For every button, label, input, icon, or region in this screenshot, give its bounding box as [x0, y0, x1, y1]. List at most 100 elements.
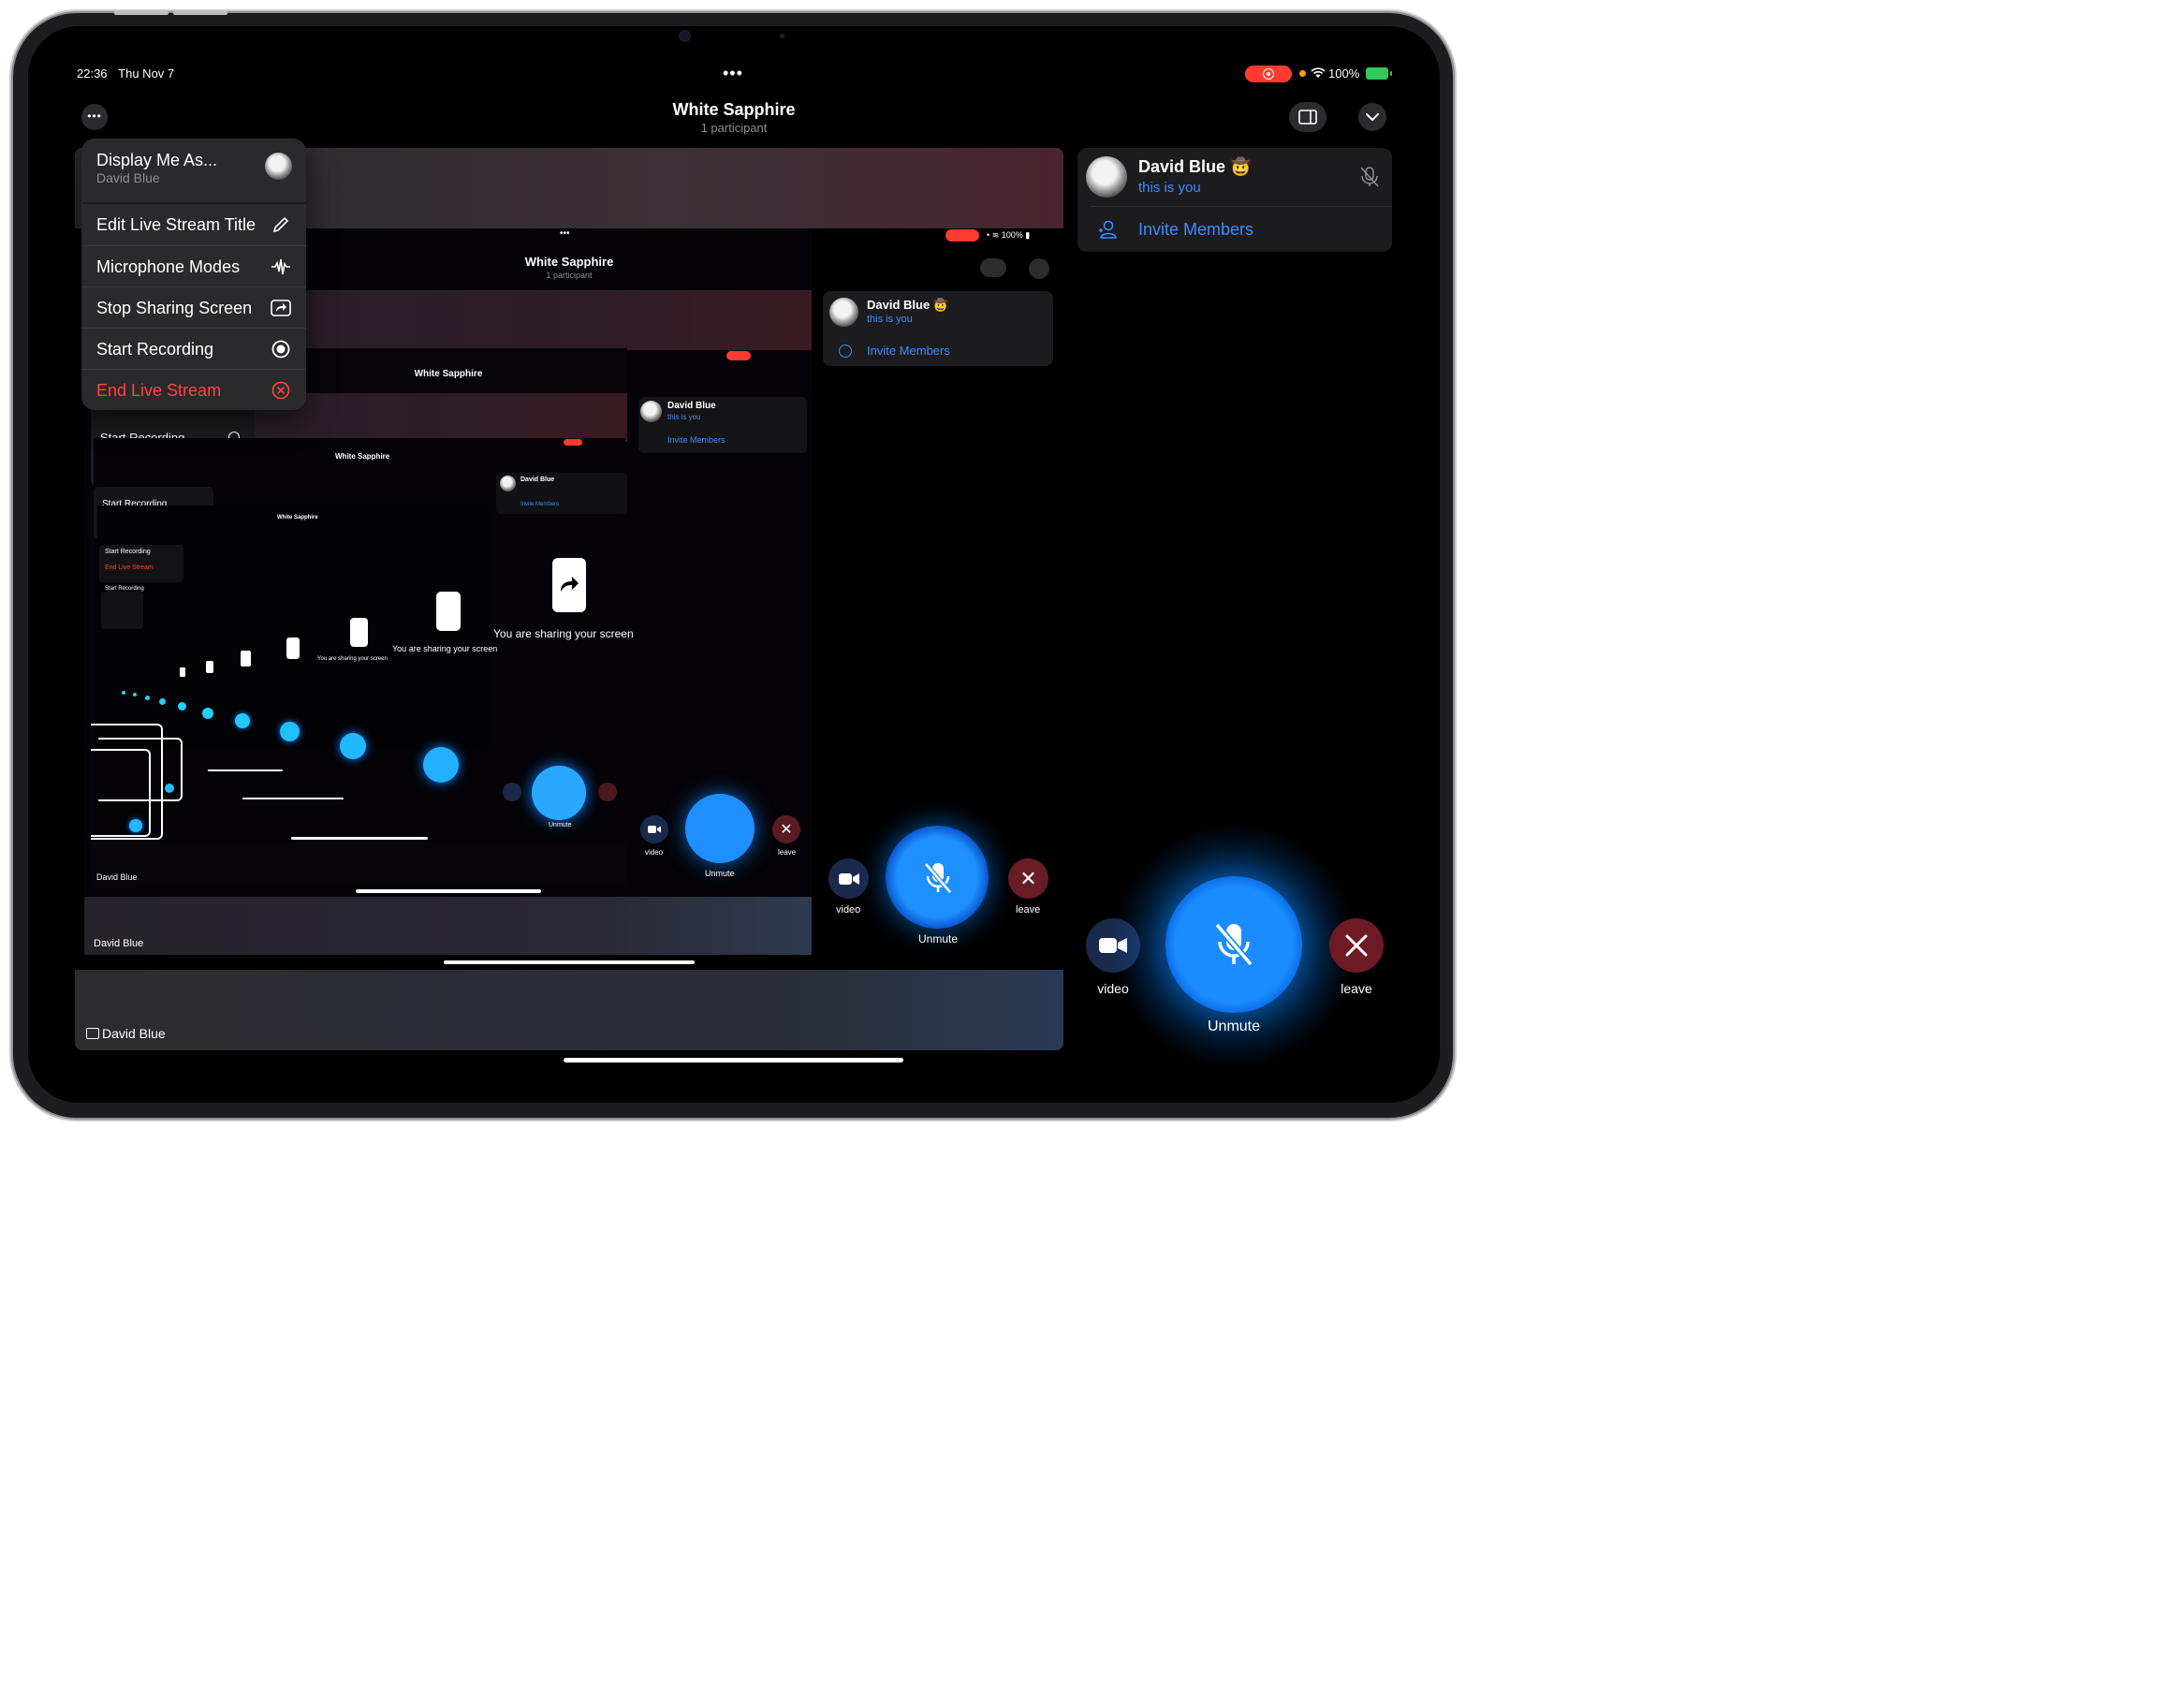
hardware-button — [114, 11, 169, 15]
mirror3-name: David Blue — [520, 476, 555, 483]
participant-name: David Blue 🤠 — [1138, 157, 1251, 177]
sidebar-icon — [1298, 110, 1317, 125]
mirror-unmute-3 — [532, 766, 586, 820]
collapse-button[interactable] — [1358, 103, 1386, 131]
sharing-text-2: You are sharing your screen — [392, 644, 498, 653]
menu-item-label: End Live Stream — [96, 381, 222, 400]
x-icon: ✕ — [1019, 866, 1037, 890]
menu-item-end-live-stream[interactable]: End Live Stream — [81, 369, 306, 410]
unmute-label: Unmute — [1207, 1018, 1261, 1034]
mirror-stage-label: David Blue — [94, 938, 144, 949]
mirror-unmute-9 — [178, 702, 186, 711]
mirror-unmute-5 — [340, 733, 366, 759]
front-camera — [679, 30, 691, 42]
x-icon — [1345, 934, 1368, 957]
share-phone-icon-3 — [350, 618, 368, 647]
stage-bottom-blur — [75, 970, 1063, 1050]
stage-label-text: David Blue — [102, 1026, 166, 1041]
mic-in-use-dot — [1299, 70, 1306, 77]
mirror-invite: Invite Members — [867, 344, 950, 358]
chevron-down-icon — [1366, 112, 1379, 121]
mic-muted-icon — [1360, 167, 1379, 187]
menu-item-microphone-modes[interactable]: Microphone Modes — [81, 245, 306, 286]
mirror-unmute-13 — [122, 691, 125, 695]
hardware-button — [173, 11, 227, 15]
sidebar-toggle-button[interactable] — [1289, 102, 1327, 132]
mirror2-leave-button: ✕ — [772, 815, 800, 843]
share-phone-icon-6 — [206, 661, 213, 673]
mirror4-title: White Sapphire — [277, 515, 318, 520]
mirror2-avatar — [640, 401, 662, 422]
menu-item-start-recording[interactable]: Start Recording — [81, 328, 306, 369]
mirror-dots-icon: ••• — [560, 228, 570, 239]
record-icon — [1263, 68, 1274, 80]
menu-item-label: Stop Sharing Screen — [96, 299, 253, 317]
participant-emoji: 🤠 — [1230, 157, 1252, 176]
status-time: 22:36 — [77, 66, 108, 81]
stage-label: David Blue — [86, 1026, 166, 1041]
display-me-as-label: Display Me As... — [96, 151, 218, 169]
mirror-name-text: David Blue — [867, 298, 931, 312]
mirror-battery: 100% — [1001, 230, 1023, 240]
participant-sub: this is you — [1138, 180, 1201, 196]
mirror-person-icon — [839, 344, 852, 358]
x-icon: ✕ — [780, 822, 793, 838]
mirror-video-3 — [503, 783, 521, 801]
mirror-unmute-label: Unmute — [918, 932, 959, 945]
video-camera-icon — [838, 872, 859, 885]
mirror2-video-label: video — [645, 848, 664, 857]
mirror2-record-pill — [726, 351, 751, 360]
mirror-unmute-7 — [235, 713, 250, 728]
menu-item-label: Start Recording — [96, 340, 214, 359]
unmute-button[interactable] — [1165, 876, 1302, 1013]
menu-item-label: Microphone Modes — [96, 257, 241, 276]
mirror2-video-button — [640, 815, 668, 843]
mirror-unmute-6 — [280, 722, 300, 741]
share-phone-icon-4 — [286, 637, 300, 659]
mirror-sub: this is you — [867, 314, 913, 325]
menu-item-label: Edit Live Stream Title — [96, 215, 257, 234]
sharing-text: You are sharing your screen — [493, 627, 634, 640]
add-person-icon — [1099, 220, 1117, 239]
menu-item-edit-title[interactable]: Edit Live Stream Title — [81, 204, 306, 244]
share-phone-icon-5 — [241, 651, 251, 667]
options-menu: Display Me As... David Blue Edit Live St… — [81, 139, 306, 410]
mirror-unmute-4 — [423, 747, 459, 783]
menu-item-stop-sharing[interactable]: Stop Sharing Screen — [81, 286, 306, 328]
avatar — [1086, 156, 1127, 198]
home-indicator[interactable] — [564, 1058, 903, 1062]
mirror4-start-recording: Start Recording — [105, 549, 151, 555]
multitasking-dots-icon[interactable]: ••• — [723, 64, 743, 83]
share-screen-icon — [271, 300, 291, 316]
participant-name-text: David Blue — [1138, 157, 1226, 176]
mirror-unmute-8 — [202, 708, 213, 719]
mirror-unmute-label-3: Unmute — [549, 822, 572, 828]
mic-slash-icon — [1214, 922, 1253, 967]
mirror4-end-stream: End Live Stream — [105, 564, 154, 571]
mirror3-title: White Sapphire — [335, 452, 390, 461]
mirror-unmute-12 — [133, 693, 137, 696]
invite-members-button[interactable]: Invite Members — [1091, 213, 1392, 247]
panel-divider — [1091, 206, 1392, 207]
record-icon — [271, 340, 290, 359]
mirror-unmute-side — [129, 819, 142, 832]
mirror-leave-3 — [598, 783, 617, 801]
waveform-icon — [271, 258, 290, 275]
invite-members-label: Invite Members — [1138, 220, 1254, 239]
mirror3-record-pill — [564, 439, 582, 446]
avatar — [265, 153, 292, 180]
mirror2-leave-label: leave — [778, 848, 797, 857]
sensor — [780, 34, 784, 38]
share-arrow-icon — [561, 577, 579, 592]
mirror-home-indicator-4 — [242, 798, 344, 799]
mirror2-sub: this is you — [667, 413, 701, 421]
status-date: Thu Nov 7 — [118, 66, 175, 81]
mirror-emoji: 🤠 — [932, 298, 948, 312]
recording-indicator[interactable] — [1245, 66, 1292, 82]
mirror2-invite: Invite Members — [667, 435, 726, 445]
display-me-as-item[interactable]: Display Me As... David Blue — [81, 139, 306, 202]
leave-button[interactable] — [1329, 918, 1384, 973]
mirror-unmute-side-2 — [165, 784, 174, 793]
leave-label: leave — [1341, 981, 1372, 996]
sharing-text-3: You are sharing your screen — [317, 656, 388, 662]
